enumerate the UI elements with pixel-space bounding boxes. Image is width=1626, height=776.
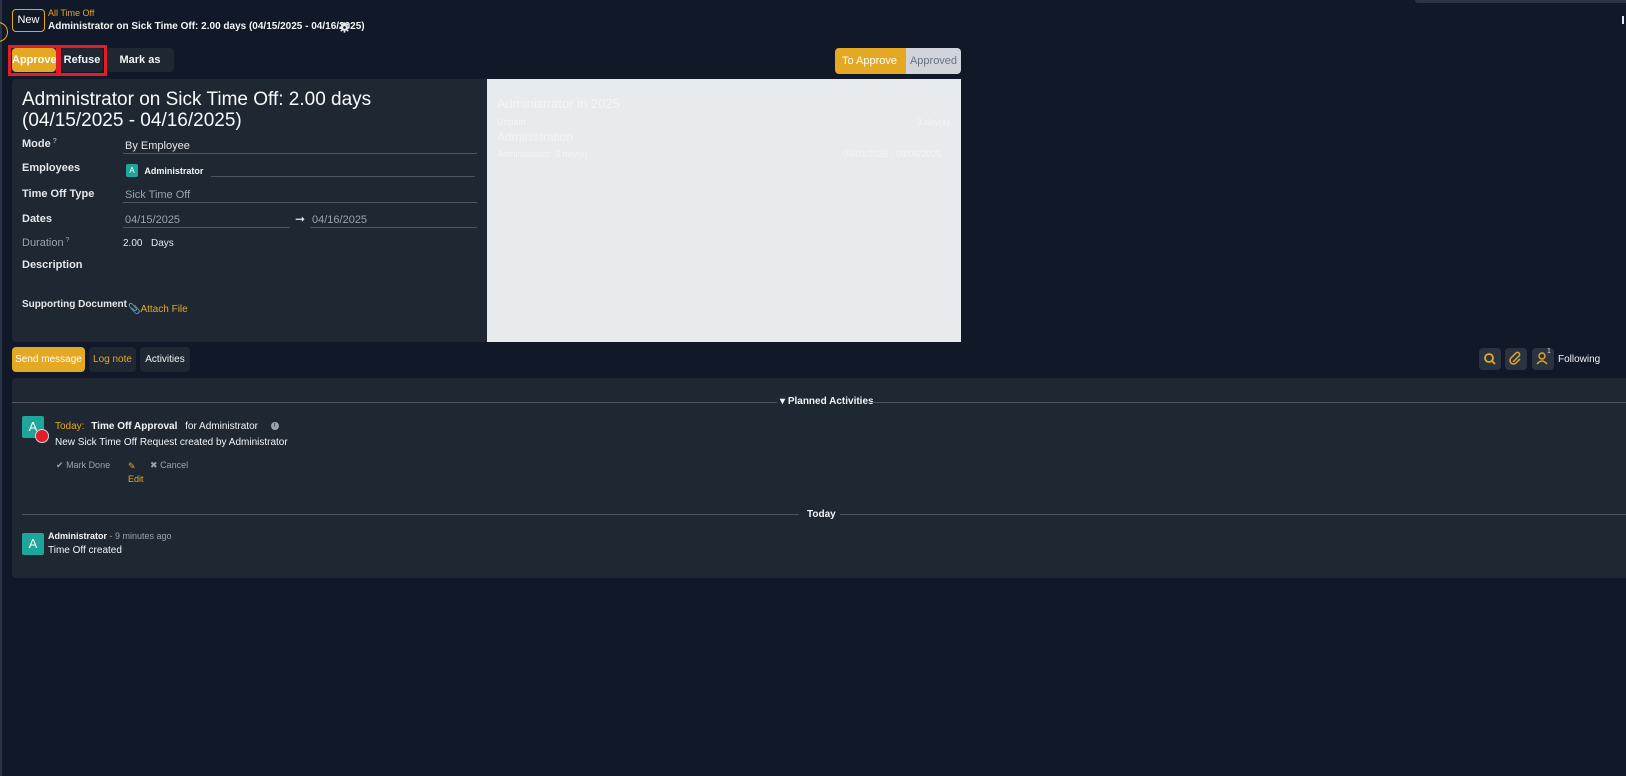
- approve-highlight: [8, 45, 59, 76]
- date-from-underline: [123, 227, 290, 228]
- form-title: Administrator on Sick Time Off: 2.00 day…: [22, 89, 371, 131]
- paperclip-icon: 📎: [128, 304, 141, 315]
- supporting-document-label: Supporting Document: [22, 299, 127, 310]
- info-icon[interactable]: i: [270, 422, 279, 431]
- mark-done-button[interactable]: ✔ Mark Done: [56, 460, 110, 471]
- description-field[interactable]: [123, 258, 477, 294]
- form-title-line-1: Administrator on Sick Time Off: 2.00 day…: [22, 89, 372, 110]
- employees-label: Employees: [22, 162, 81, 174]
- following-button[interactable]: Following: [1558, 354, 1600, 365]
- stage-approved[interactable]: Approved: [906, 48, 961, 74]
- planned-separator-right: [868, 402, 1626, 403]
- attach-file-button[interactable]: 📎Attach File: [128, 304, 188, 315]
- attachments-button[interactable]: [1505, 348, 1527, 370]
- duration-unit: Days: [151, 238, 174, 249]
- date-arrow-icon: ➞: [295, 212, 306, 226]
- allocation-heading: Administrator in 2025: [497, 96, 620, 111]
- activity-type-badge: [35, 429, 49, 443]
- activity-when: Today:: [55, 421, 85, 432]
- follower-count: 1: [1547, 348, 1551, 355]
- message-header: Administrator - 9 minutes ago: [48, 531, 172, 541]
- top-right-fragment-mark: [1622, 16, 1624, 24]
- activities-button[interactable]: Activities: [140, 347, 190, 372]
- employee-name: Administrator: [144, 165, 204, 176]
- activity-name: Time Off Approval: [91, 421, 178, 432]
- employees-underline[interactable]: [211, 176, 475, 177]
- gear-icon[interactable]: [339, 22, 350, 33]
- date-to-underline: [310, 227, 477, 228]
- duration-label: Duration ?: [22, 237, 70, 249]
- breadcrumb-parent[interactable]: All Time Off: [48, 8, 94, 18]
- date-to-input[interactable]: 04/16/2025: [312, 214, 367, 226]
- left-edge: [0, 0, 2, 776]
- stage-to-approve[interactable]: To Approve: [835, 48, 904, 74]
- mode-label: Mode ?: [22, 138, 57, 150]
- followers-button[interactable]: 1: [1532, 348, 1554, 370]
- new-button[interactable]: New: [12, 9, 45, 32]
- refuse-highlight: [58, 45, 107, 76]
- allocation-panel: [487, 79, 961, 342]
- department-heading: Administration: [497, 130, 574, 144]
- activity-header: Today: Time Off Approval for Administrat…: [55, 421, 279, 432]
- duration-value: 2.00: [123, 238, 143, 249]
- today-separator-right: [840, 514, 1626, 515]
- edit-activity-button[interactable]: ✎ Edit: [128, 460, 144, 486]
- department-row-dates: 04/04/2025 - 04/06/2025: [843, 149, 942, 159]
- pencil-icon: ✎: [128, 461, 136, 471]
- employee-avatar: A: [126, 164, 138, 178]
- unpaid-value: 3 day(s): [917, 117, 950, 127]
- search-icon: [1484, 353, 1496, 365]
- record-title: Administrator on Sick Time Off: 2.00 day…: [48, 21, 365, 32]
- check-icon: ✔: [56, 460, 64, 470]
- type-underline: [123, 202, 477, 203]
- log-note-button[interactable]: Log note: [89, 347, 136, 372]
- department-row-label: Administrator: 3 day(s): [497, 149, 588, 159]
- paperclip-icon: [1509, 351, 1521, 365]
- top-right-fragment: [1415, 0, 1626, 3]
- planned-separator-left: [12, 402, 777, 403]
- mode-underline: [123, 153, 477, 154]
- unpaid-label: Unpaid: [497, 117, 526, 127]
- mode-select[interactable]: By Employee: [125, 140, 190, 152]
- mark-as-draft-button[interactable]: Mark as Draft: [106, 48, 174, 90]
- message-time: - 9 minutes ago: [109, 531, 172, 541]
- time-off-type-select[interactable]: Sick Time Off: [125, 189, 190, 201]
- close-icon: ✖: [150, 460, 158, 470]
- description-label: Description: [22, 259, 83, 271]
- search-messages-button[interactable]: [1479, 348, 1501, 370]
- left-edge-circle: [0, 22, 8, 42]
- chatter-thread: [12, 378, 1626, 578]
- time-off-type-label: Time Off Type: [22, 188, 95, 200]
- send-message-button[interactable]: Send message: [12, 347, 85, 372]
- today-label: Today: [807, 509, 836, 520]
- activity-for: for Administrator: [185, 421, 258, 432]
- today-separator-left: [22, 514, 799, 515]
- message-avatar: A: [22, 533, 44, 555]
- date-from-input[interactable]: 04/15/2025: [125, 214, 180, 226]
- activity-summary: New Sick Time Off Request created by Adm…: [55, 437, 288, 448]
- dates-label: Dates: [22, 213, 52, 225]
- form-title-line-2: (04/15/2025 - 04/16/2025): [22, 110, 242, 131]
- caret-down-icon: ▾: [780, 396, 786, 407]
- planned-activities-toggle[interactable]: ▾ Planned Activities: [780, 396, 874, 407]
- message-author[interactable]: Administrator: [48, 531, 107, 541]
- cancel-activity-button[interactable]: ✖ Cancel: [150, 460, 188, 471]
- employee-tag[interactable]: A Administrator: [126, 163, 204, 178]
- message-body: Time Off created: [48, 545, 122, 556]
